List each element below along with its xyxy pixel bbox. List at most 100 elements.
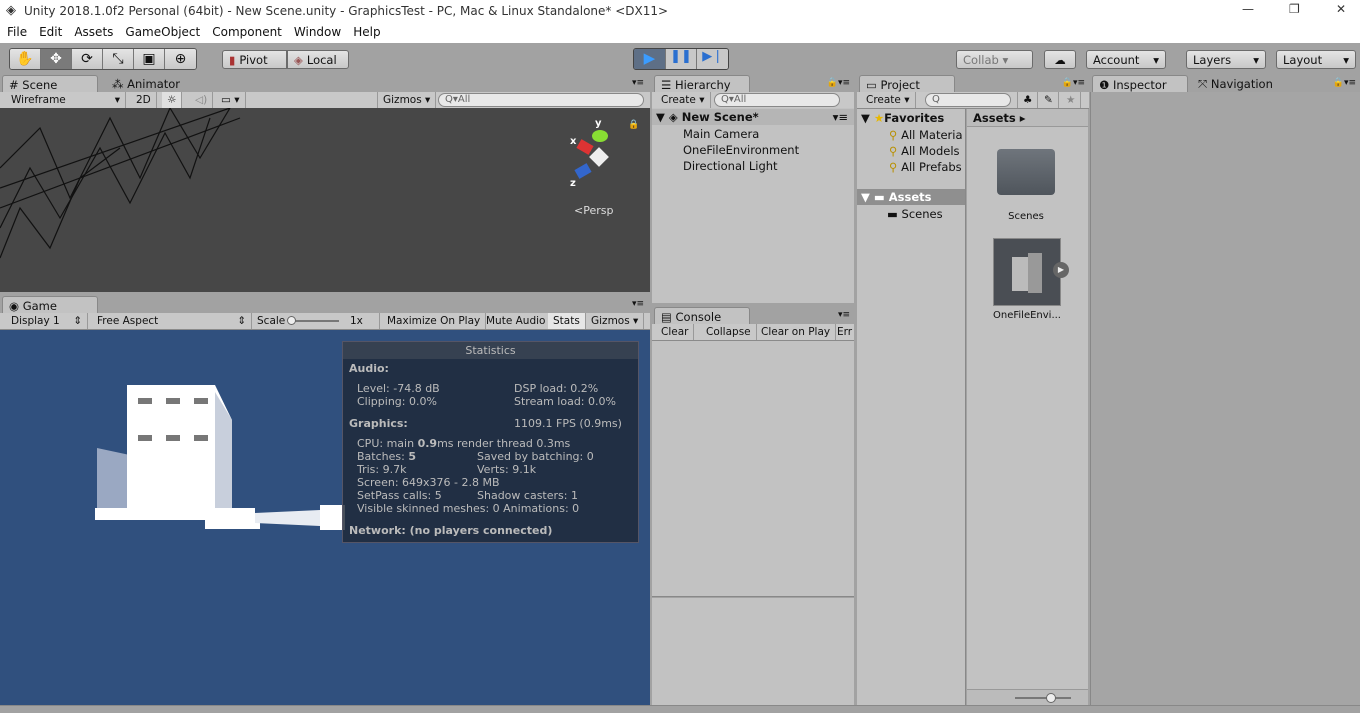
console-clear-on-play-button[interactable]: Clear on Play [756, 324, 837, 340]
collab-button[interactable]: Collab ▾ [956, 50, 1033, 69]
stats-toggle[interactable]: Stats [548, 313, 586, 329]
scene-view[interactable]: y x z <Persp 🔒 [0, 108, 650, 292]
game-tabs: ◉ Game ▾≡ [0, 295, 650, 313]
minimize-button[interactable]: — [1242, 2, 1254, 16]
panel-menu-icon[interactable]: ▾≡ [632, 299, 644, 309]
tab-console[interactable]: ▤ Console [654, 307, 750, 324]
transform-tool-icon[interactable]: ⊕ [165, 49, 196, 69]
project-breadcrumb[interactable]: Assets ▸ [967, 109, 1088, 127]
tab-game[interactable]: ◉ Game [2, 296, 98, 313]
orientation-gizmo[interactable]: y x z [570, 118, 630, 192]
hand-tool-icon[interactable]: ✋ [10, 49, 41, 69]
tab-project[interactable]: ▭ Project [859, 75, 955, 92]
tab-navigation[interactable]: ⤧ Navigation [1192, 75, 1281, 92]
tab-animator[interactable]: ⁂ Animator [106, 75, 188, 92]
axis-y-label: y [595, 118, 602, 129]
scale-slider[interactable]: Scale 1x [252, 313, 380, 329]
console-log-list[interactable] [652, 341, 854, 597]
scene-search-input[interactable]: Q▾All [438, 93, 644, 107]
project-search-input[interactable]: Q [925, 93, 1011, 107]
folder-label: Scenes [901, 207, 943, 221]
assets-label: Assets [888, 190, 932, 204]
lock-icon[interactable]: 🔒 [628, 120, 639, 130]
batches-value: 5 [408, 450, 416, 463]
pause-button[interactable]: ❚❚ [664, 49, 697, 69]
favorite-item[interactable]: ⚲ All Prefabs [889, 160, 962, 174]
filter-by-type-icon[interactable]: ♣ [1017, 92, 1039, 108]
close-button[interactable]: ✕ [1336, 2, 1346, 16]
favorite-item[interactable]: ⚲ All Materia [889, 128, 963, 142]
console-clear-button[interactable]: Clear [656, 324, 695, 340]
maximize-button[interactable]: ❐ [1289, 2, 1300, 16]
favorites-star-icon[interactable]: ★ [1061, 92, 1082, 108]
hierarchy-search-input[interactable]: Q▾All [714, 93, 840, 107]
shadow-casters: Shadow casters: 1 [477, 489, 578, 502]
project-create-button[interactable]: Create ▾ [861, 92, 916, 108]
console-error-toggle[interactable]: Err [832, 324, 854, 340]
console-collapse-button[interactable]: Collapse [701, 324, 757, 340]
2d-toggle[interactable]: 2D [131, 92, 157, 108]
cloud-button[interactable]: ☁ [1044, 50, 1076, 69]
tab-inspector[interactable]: ❶ Inspector [1092, 75, 1188, 92]
inspector-body [1090, 92, 1360, 705]
favorite-item[interactable]: ⚲ All Models [889, 144, 960, 158]
hierarchy-item[interactable]: OneFileEnvironment [683, 143, 799, 157]
hierarchy-create-button[interactable]: Create ▾ [656, 92, 711, 108]
tab-scene[interactable]: # Scene [2, 75, 98, 92]
account-dropdown[interactable]: Account ▾ [1086, 50, 1166, 69]
menu-edit[interactable]: Edit [39, 25, 62, 39]
tab-hierarchy-label: Hierarchy [674, 78, 731, 92]
expand-prefab-icon[interactable]: ▶ [1053, 262, 1069, 278]
panel-menu-icon[interactable]: 🔒▾≡ [1062, 78, 1085, 88]
icon-size-slider[interactable] [967, 689, 1088, 705]
menu-window[interactable]: Window [294, 25, 341, 39]
rect-tool-icon[interactable]: ▣ [134, 49, 165, 69]
hierarchy-list: ▼ ◈ New Scene* ▾≡ Main Camera OneFileEnvi… [652, 108, 854, 303]
panel-menu-icon[interactable]: 🔒▾≡ [1333, 78, 1356, 88]
shading-mode-dropdown[interactable]: Wireframe ▾ [6, 92, 126, 108]
menu-assets[interactable]: Assets [74, 25, 113, 39]
panel-menu-icon[interactable]: 🔒▾≡ [827, 78, 850, 88]
batches: Batches: 5 [357, 450, 416, 463]
rotate-tool-icon[interactable]: ⟳ [72, 49, 103, 69]
audio-toggle-icon[interactable]: ◁) [190, 92, 214, 108]
console-detail-area[interactable] [652, 598, 854, 705]
filter-by-label-icon[interactable]: ✎ [1039, 92, 1059, 108]
effects-dropdown-icon[interactable]: ▭ ▾ [216, 92, 246, 108]
play-button[interactable]: ▶ [634, 49, 665, 69]
game-gizmos-dropdown[interactable]: Gizmos ▾ [586, 313, 645, 329]
gizmos-dropdown[interactable]: Gizmos ▾ [377, 92, 437, 108]
menu-help[interactable]: Help [353, 25, 380, 39]
menu-component[interactable]: Component [212, 25, 282, 39]
playback-controls: ▶ ❚❚ ▶❘ [633, 48, 729, 70]
aspect-dropdown[interactable]: Free Aspect ⇕ [92, 313, 252, 329]
lighting-toggle-icon[interactable]: ☼ [162, 92, 183, 108]
perspective-label[interactable]: <Persp [574, 204, 613, 217]
console-tabs: ▤ Console ▾≡ [652, 306, 854, 324]
menu-gameobject[interactable]: GameObject [125, 25, 200, 39]
hierarchy-item[interactable]: Main Camera [683, 127, 759, 141]
scene-root[interactable]: ▼ ◈ New Scene* ▾≡ [652, 109, 854, 125]
tab-hierarchy[interactable]: ☰ Hierarchy [654, 75, 750, 92]
hierarchy-item[interactable]: Directional Light [683, 159, 778, 173]
step-button[interactable]: ▶❘ [696, 49, 728, 69]
collab-label: Collab ▾ [963, 52, 1009, 67]
scenes-folder-node[interactable]: ▬ Scenes [887, 207, 943, 221]
game-toolbar: Display 1 ⇕ Free Aspect ⇕ Scale 1x Maximiz… [0, 313, 650, 330]
local-button[interactable]: ◈ Local [287, 50, 349, 69]
scale-tool-icon[interactable]: ⤡ [103, 49, 134, 69]
move-tool-icon[interactable]: ✥ [41, 49, 72, 69]
mute-audio-toggle[interactable]: Mute Audio [481, 313, 552, 329]
layers-dropdown[interactable]: Layers ▾ [1186, 50, 1266, 69]
display-dropdown[interactable]: Display 1 ⇕ [6, 313, 88, 329]
asset-onefileenvironment[interactable]: ▶ OneFileEnvi... [993, 238, 1069, 328]
pivot-button[interactable]: ▮ Pivot [222, 50, 287, 69]
favorites-node[interactable]: ▼ ★Favorites [861, 111, 944, 125]
maximize-on-play-toggle[interactable]: Maximize On Play [382, 313, 487, 329]
asset-scenes-folder[interactable]: Scenes [993, 149, 1059, 239]
panel-menu-icon[interactable]: ▾≡ [632, 78, 644, 88]
assets-folder-node[interactable]: ▼ ▬ Assets [857, 189, 965, 205]
menu-file[interactable]: File [7, 25, 27, 39]
panel-menu-icon[interactable]: ▾≡ [838, 310, 850, 320]
layout-dropdown[interactable]: Layout ▾ [1276, 50, 1356, 69]
